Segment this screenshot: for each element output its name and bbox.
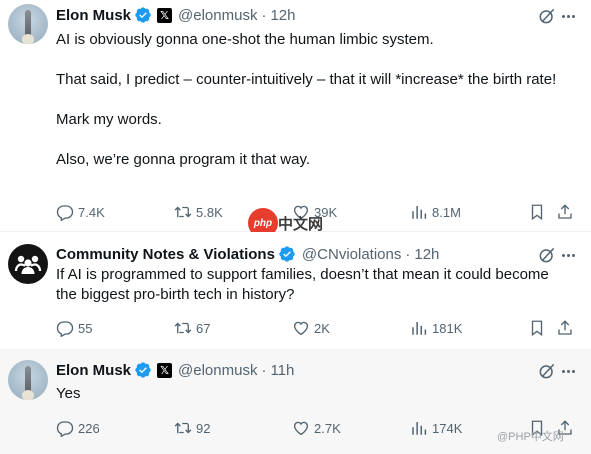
repost-count: 92: [196, 420, 211, 436]
like-count: 2.7K: [314, 420, 341, 436]
views-icon: [412, 206, 427, 219]
bookmark-icon: [531, 204, 543, 221]
post-text: Yes: [56, 384, 566, 404]
separator-dot: ·: [261, 6, 267, 24]
more-icon[interactable]: [558, 361, 578, 381]
separator-dot: ·: [405, 245, 411, 263]
rocket-flame-graphic: [22, 390, 34, 400]
avatar[interactable]: [8, 360, 48, 400]
post-text: AI is obviously gonna one-shot the human…: [56, 30, 566, 170]
views-button[interactable]: 174K: [410, 418, 462, 438]
repost-button[interactable]: 67: [174, 318, 210, 338]
verified-icon: [135, 7, 151, 23]
reply-icon: [56, 321, 74, 337]
reply-icon: [56, 421, 74, 437]
bookmark-button[interactable]: [528, 318, 546, 338]
views-button[interactable]: 181K: [410, 318, 462, 338]
action-bar: 55 67 2K 181K: [56, 318, 582, 338]
verified-icon: [279, 246, 295, 262]
post-timestamp[interactable]: 12h: [270, 7, 295, 24]
more-icon[interactable]: [558, 6, 578, 26]
like-icon: [293, 421, 309, 436]
share-button[interactable]: [556, 318, 574, 338]
share-button[interactable]: [556, 202, 574, 222]
author-handle[interactable]: @CNviolations: [302, 246, 401, 263]
views-button[interactable]: 8.1M: [410, 202, 461, 222]
views-icon: [412, 322, 427, 335]
post-paragraph: AI is obviously gonna one-shot the human…: [56, 31, 434, 48]
separator-dot: ·: [261, 361, 267, 379]
weibo-watermark: @PHP中文网: [497, 431, 564, 443]
reply-count: 226: [78, 420, 100, 436]
repost-count: 5.8K: [196, 204, 223, 220]
reply-icon: [56, 205, 74, 221]
author-handle[interactable]: @elonmusk: [178, 362, 257, 379]
post-header: Community Notes & Violations @CNviolatio…: [56, 244, 439, 264]
rocket-flame-graphic: [22, 34, 34, 44]
post-paragraph: If AI is programmed to support families,…: [56, 266, 549, 303]
avatar[interactable]: [8, 244, 48, 284]
views-count: 174K: [432, 420, 463, 436]
author-name[interactable]: Community Notes & Violations: [56, 246, 275, 263]
post-timestamp[interactable]: 11h: [270, 362, 294, 379]
reply-button[interactable]: 55: [56, 318, 92, 338]
community-people-icon: [14, 255, 42, 274]
rocket-graphic: [25, 10, 31, 36]
post-text: If AI is programmed to support families,…: [56, 265, 566, 305]
rocket-graphic: [25, 366, 31, 392]
bookmark-icon: [531, 320, 543, 337]
grok-icon[interactable]: [537, 245, 557, 265]
post-2[interactable]: Community Notes & Violations @CNviolatio…: [0, 232, 591, 350]
repost-icon: [174, 206, 192, 218]
post-timestamp[interactable]: 12h: [414, 246, 439, 263]
views-icon: [412, 422, 427, 435]
verified-icon: [135, 362, 151, 378]
author-name[interactable]: Elon Musk: [56, 7, 131, 24]
share-icon: [558, 320, 572, 335]
post-paragraph: Also, we’re gonna program it that way.: [56, 151, 311, 168]
x-badge-icon: 𝕏: [157, 7, 173, 23]
repost-icon: [174, 422, 192, 434]
reply-count: 7.4K: [78, 204, 105, 220]
post-header: Elon Musk 𝕏 @elonmusk · 12h: [56, 5, 295, 25]
reply-button[interactable]: 226: [56, 418, 100, 438]
bookmark-button[interactable]: [528, 202, 546, 222]
grok-icon[interactable]: [537, 6, 557, 26]
post-paragraph: Yes: [56, 385, 81, 402]
reply-button[interactable]: 7.4K: [56, 202, 105, 222]
post-paragraph: Mark my words.: [56, 111, 162, 128]
like-button[interactable]: 2K: [292, 318, 330, 338]
author-name[interactable]: Elon Musk: [56, 362, 131, 379]
like-button[interactable]: 2.7K: [292, 418, 341, 438]
repost-button[interactable]: 92: [174, 418, 210, 438]
like-icon: [293, 321, 309, 336]
author-handle[interactable]: @elonmusk: [178, 7, 257, 24]
repost-button[interactable]: 5.8K: [174, 202, 223, 222]
views-count: 8.1M: [432, 204, 461, 220]
x-badge-icon: 𝕏: [157, 362, 173, 378]
php-watermark-text: 中文网: [278, 216, 324, 233]
avatar[interactable]: [8, 4, 48, 44]
repost-icon: [174, 322, 192, 334]
post-paragraph: That said, I predict – counter-intuitive…: [56, 71, 557, 88]
views-count: 181K: [432, 320, 463, 336]
share-icon: [558, 204, 572, 219]
post-1[interactable]: Elon Musk 𝕏 @elonmusk · 12h AI is obviou…: [0, 0, 591, 232]
reply-count: 55: [78, 320, 93, 336]
repost-count: 67: [196, 320, 211, 336]
more-icon[interactable]: [558, 245, 578, 265]
like-count: 2K: [314, 320, 330, 336]
post-header: Elon Musk 𝕏 @elonmusk · 11h: [56, 360, 294, 380]
grok-icon[interactable]: [537, 361, 557, 381]
